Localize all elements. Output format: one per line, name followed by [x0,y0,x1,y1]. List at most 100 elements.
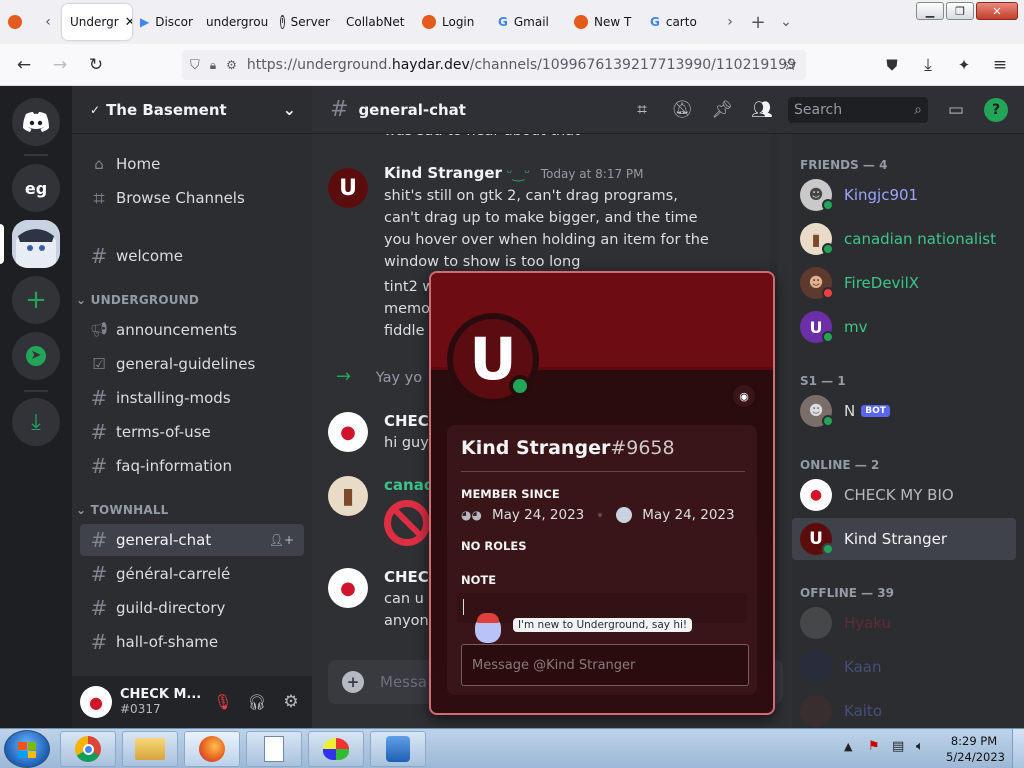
new-tab-button[interactable]: + [744,4,772,40]
apple-icon: ● [340,421,356,443]
user-profile-popout: U ◉ Kind Stranger#9658 MEMBER SINCE ◕◕ M… [429,271,775,715]
server-header[interactable]: ✓ The Basement ⌄ [72,86,312,134]
message-avatar[interactable]: U [328,168,368,208]
threads-icon[interactable]: ⌗ [630,98,654,122]
category-townhall[interactable]: ⌄ TOWNHALL [76,503,169,517]
taskbar-paint[interactable] [308,731,364,767]
shield-icon[interactable]: ⛉ [190,58,200,73]
taskbar-firefox[interactable] [184,731,240,767]
minimize-button[interactable]: ▁ [916,2,944,20]
reload-button[interactable]: ↻ [78,49,114,81]
channel-general-guidelines[interactable]: ☑ general-guidelines [80,348,304,380]
member-mv[interactable]: U mv [792,306,1016,348]
message-avatar[interactable]: ● [328,412,368,452]
tab-underground[interactable]: undergrou [198,4,272,40]
tab-scroll-left-button[interactable]: ‹ [34,4,62,40]
invite-user-icon[interactable]: 👤︎+ [269,533,294,547]
close-icon[interactable]: ✕ [125,15,132,30]
nav-browse-channels[interactable]: ⌗ Browse Channels [80,182,304,214]
channel-faq-information[interactable]: # faq-information [80,450,304,482]
tab-new-tab[interactable]: New T [566,4,642,40]
bookmark-star-icon[interactable]: ☆ [772,49,808,81]
channel-welcome[interactable]: # welcome [80,240,304,272]
back-button[interactable]: ← [6,49,42,81]
tab-scroll-right-button[interactable]: › [716,4,744,40]
menu-icon[interactable]: ≡ [982,49,1018,81]
message-author[interactable]: Kind Stranger [384,164,502,182]
permissions-icon[interactable]: ⚙ [226,58,237,72]
message-avatar[interactable]: ▮ [328,476,368,516]
tab-gmail[interactable]: G Gmail [490,4,566,40]
tab-discord[interactable]: ▶ Discor [132,4,198,40]
download-apps-button[interactable]: ⤓ [12,398,60,446]
member-offline-3[interactable]: Kaito [792,690,1016,728]
tray-flag-icon[interactable]: ⚑ [868,739,880,754]
tray-volume-icon[interactable]: 🔈︎ [916,739,924,754]
tab-collabnet[interactable]: CollabNet [338,4,414,40]
maximize-button[interactable]: ❐ [946,2,974,20]
pocket-icon[interactable]: ⛊ [874,49,910,81]
member-check-my-bio[interactable]: ● CHECK MY BIO [792,474,1016,516]
member-kind-stranger[interactable]: U Kind Stranger [792,518,1016,560]
profile-username[interactable]: Kind Stranger#9658 [461,437,675,459]
guild-the-basement[interactable] [12,220,60,268]
channel-general-carrele[interactable]: # général-carrelé [80,558,304,590]
chevron-down-icon[interactable]: ⌄ [772,4,800,40]
forward-button[interactable]: → [42,49,78,81]
channel-installing-mods[interactable]: # installing-mods [80,382,304,414]
member-kingjc901[interactable]: ☻ Kingjc901 [792,174,1016,216]
member-canadian-nationalist[interactable]: ▮ canadian nationalist [792,218,1016,260]
tray-chevron-icon[interactable]: ▲ [844,740,852,753]
gear-icon[interactable]: ⚙ [278,692,304,712]
tab-server[interactable]: i Server [272,4,338,40]
channel-terms-of-use[interactable]: # terms-of-use [80,416,304,448]
explore-servers-button[interactable]: ➤ [12,332,60,380]
taskbar-app[interactable] [370,731,426,767]
member-offline-2[interactable]: Kaan [792,646,1016,688]
help-icon[interactable]: ? [984,97,1008,122]
headphones-icon[interactable]: 🎧︎ [244,693,270,711]
window-close-button[interactable]: ✕ [976,2,1018,20]
discord-home-button[interactable] [12,98,60,146]
user-avatar[interactable]: ● [80,686,112,718]
inbox-icon[interactable]: ▭ [944,98,968,122]
extensions-icon[interactable]: ✦ [946,49,982,81]
channel-announcements[interactable]: 📢︎ announcements [80,314,304,346]
pin-icon[interactable]: 📌︎ [710,98,734,122]
profile-message-input[interactable]: Message @Kind Stranger [461,644,749,686]
member-list-icon[interactable]: 👥︎ [750,98,774,122]
tray-network-icon[interactable]: ▤ [892,739,904,754]
taskbar-notepad[interactable] [246,731,302,767]
nav-home[interactable]: ⌂ Home [80,148,304,180]
notification-muted-icon[interactable]: 🔕︎ [670,98,694,122]
guild-eg[interactable]: eg [12,164,60,212]
tab-cartoon[interactable]: G carto [642,4,716,40]
channel-general-chat[interactable]: # general-chat 👤︎+ [80,524,304,556]
firefox-icon [199,736,225,762]
downloads-icon[interactable]: ⤓ [910,49,946,81]
category-underground[interactable]: ⌄ UNDERGROUND [76,293,199,307]
add-server-button[interactable]: + [12,276,60,324]
user-info[interactable]: CHECK M... #0317 [120,687,202,717]
message-avatar[interactable]: ● [328,568,368,608]
search-input[interactable]: Search ⌕ [788,96,928,123]
show-desktop-button[interactable] [1012,729,1024,768]
channel-hall-of-shame[interactable]: # hall-of-shame [80,626,304,658]
nitro-badge-icon[interactable]: ◉ [733,385,755,407]
start-button[interactable] [4,730,50,768]
member-offline-1[interactable]: Hyaku [792,602,1016,644]
mic-muted-icon[interactable]: 🎙︎ [210,693,236,711]
lock-icon[interactable]: 🔒︎ [210,58,216,73]
member-firedevilx[interactable]: ☻ FireDevilX [792,262,1016,304]
taskbar-explorer[interactable] [122,731,178,767]
member-n-bot[interactable]: ☻ N BOT [792,390,1016,432]
tab-underground-active[interactable]: Undergr ✕ [62,4,132,40]
add-attachment-icon[interactable]: + [342,671,364,693]
url-bar[interactable]: ⛉ 🔒︎ ⚙ https://underground.haydar.dev/ch… [182,50,806,80]
bot-badge: BOT [861,405,890,417]
taskbar-chrome[interactable] [60,731,116,767]
tray-clock[interactable]: 8:29 PM 5/24/2023 [946,733,1005,765]
tab-firefox-view[interactable] [0,4,34,40]
channel-guild-directory[interactable]: # guild-directory [80,592,304,624]
tab-login[interactable]: Login [414,4,490,40]
